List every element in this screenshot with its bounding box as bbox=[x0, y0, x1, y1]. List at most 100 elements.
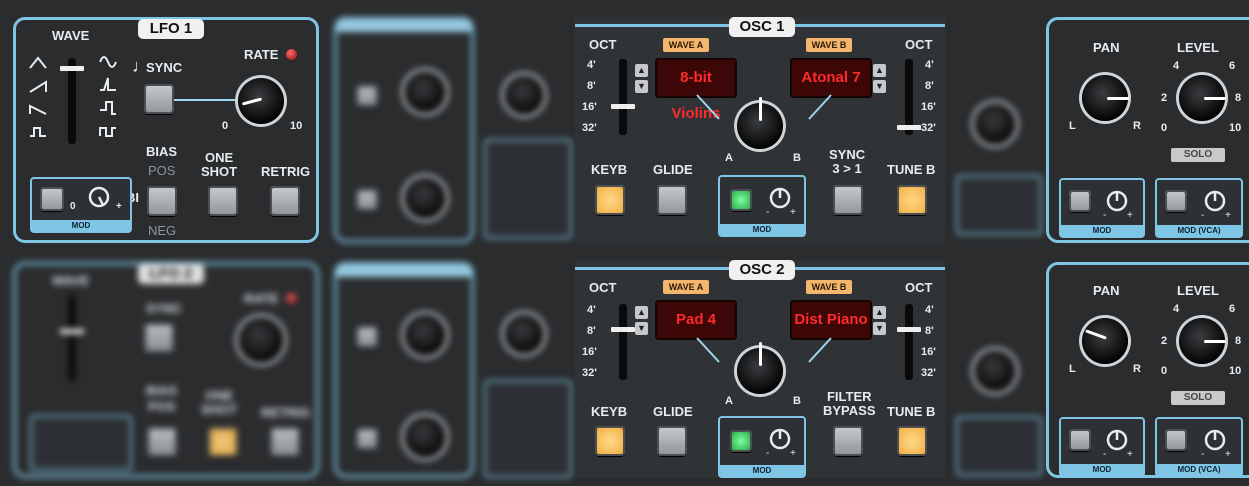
osc2-mod-led-button[interactable] bbox=[730, 430, 752, 452]
mix2-mod-vca-knob-icon[interactable]: - + bbox=[1199, 425, 1233, 459]
osc2-oct-slider-handle[interactable] bbox=[611, 327, 635, 332]
lfo1-sync-line bbox=[174, 99, 244, 101]
mix2-mod-button[interactable] bbox=[1069, 429, 1091, 451]
mix2-mod-vca-box: - + MOD (VCA) bbox=[1155, 417, 1243, 477]
osc2-wave-b-down-arrow[interactable]: ▼ bbox=[873, 322, 886, 335]
lfo2-wave-slider-track bbox=[68, 295, 76, 381]
lfo2-bias-button[interactable] bbox=[147, 427, 177, 457]
mix1-mod-button[interactable] bbox=[1069, 190, 1091, 212]
lfo1-rate-min: 0 bbox=[222, 120, 229, 132]
osc2-keyb-button[interactable] bbox=[595, 426, 625, 456]
osc1-mod-box: - + MOD bbox=[718, 175, 806, 237]
osc1-wave-a-up-arrow[interactable]: ▲ bbox=[635, 64, 648, 77]
osc1-sync-button[interactable] bbox=[833, 185, 863, 215]
lfo2-wave-slider-handle[interactable] bbox=[60, 329, 84, 334]
osc2-glide-button[interactable] bbox=[657, 426, 687, 456]
mix1-solo-button[interactable]: SOLO bbox=[1171, 148, 1225, 162]
mix2-level-tick-10: 10 bbox=[1229, 365, 1242, 377]
lfo1-wave-slider-handle[interactable] bbox=[60, 66, 84, 71]
mix1-mod-knob-icon[interactable]: - + bbox=[1101, 186, 1135, 220]
osc1-mod-knob-icon[interactable]: - + bbox=[764, 183, 798, 217]
lfo1-bias-button[interactable] bbox=[147, 186, 177, 216]
osc2-tune-b-button[interactable] bbox=[897, 426, 927, 456]
svg-text:-: - bbox=[1103, 210, 1106, 220]
osc1-mod-led-button[interactable] bbox=[730, 189, 752, 211]
mix2-pan-knob[interactable] bbox=[1082, 318, 1128, 364]
osc1-wave-b-up-arrow[interactable]: ▲ bbox=[873, 64, 886, 77]
env1-button-a[interactable] bbox=[356, 85, 378, 107]
lfo2-rate-knob[interactable] bbox=[238, 317, 284, 363]
mix1-mod-vca-knob-icon[interactable]: - + bbox=[1199, 186, 1233, 220]
osc1-glide-button[interactable] bbox=[657, 185, 687, 215]
mix2-solo-button[interactable]: SOLO bbox=[1171, 391, 1225, 405]
osc2-glide-label: GLIDE bbox=[653, 404, 693, 419]
mix1-mod-vca-button[interactable] bbox=[1165, 190, 1187, 212]
osc1-mod-label: MOD bbox=[720, 224, 804, 235]
env1-knob-b[interactable] bbox=[404, 177, 446, 219]
svg-text:-: - bbox=[766, 448, 769, 458]
mix2-mod-vca-button[interactable] bbox=[1165, 429, 1187, 451]
osc1-tune-b-button[interactable] bbox=[897, 185, 927, 215]
osc2-oct-tick-8: 8' bbox=[587, 325, 596, 337]
pw2-blurred-panel bbox=[950, 262, 1044, 478]
osc1-oct-tick-16: 16' bbox=[582, 101, 597, 113]
env2-knob-b[interactable] bbox=[404, 416, 446, 458]
osc2-wave-a-down-arrow[interactable]: ▼ bbox=[635, 322, 648, 335]
mix1-level-tick-4: 4 bbox=[1173, 60, 1180, 72]
svg-text:-: - bbox=[1103, 449, 1106, 459]
osc1-wave-a-display[interactable]: 8-bit Violins bbox=[655, 58, 737, 122]
osc1-keyb-button[interactable] bbox=[595, 185, 625, 215]
lfo1-one-shot-button[interactable] bbox=[208, 186, 238, 216]
env1-knob-a[interactable] bbox=[404, 71, 446, 113]
osc2-mix-b: B bbox=[793, 395, 801, 407]
osc2-wave-a-up-arrow[interactable]: ▲ bbox=[635, 306, 648, 319]
lfo1-wave-label: WAVE bbox=[52, 28, 90, 43]
lfo2-wave-label: WAVE bbox=[52, 273, 90, 288]
mix2-level-tick-4: 4 bbox=[1173, 303, 1180, 315]
osc2-mod-label: MOD bbox=[720, 465, 804, 476]
osc2-oct-tick-4: 4' bbox=[587, 304, 596, 316]
mix2-mod-knob-icon[interactable]: - + bbox=[1101, 425, 1135, 459]
lfo2-sync-label: SYNC bbox=[146, 301, 183, 316]
lfo2-one-shot-button[interactable] bbox=[208, 427, 238, 457]
osc1-tune-b-label: TUNE B bbox=[887, 162, 936, 177]
env2-knob-a[interactable] bbox=[404, 314, 446, 356]
osc2-oct2-slider-handle[interactable] bbox=[897, 327, 921, 332]
mix2-pan-l: L bbox=[1069, 363, 1076, 375]
pw2-knob[interactable] bbox=[974, 350, 1016, 392]
osc2-wave-b-tag: WAVE B bbox=[806, 280, 852, 294]
pw1-knob[interactable] bbox=[974, 103, 1016, 145]
osc1-oct-right-label: OCT bbox=[905, 37, 933, 52]
env1-button-b[interactable] bbox=[356, 189, 378, 211]
osc2-wave-b-up-arrow[interactable]: ▲ bbox=[873, 306, 886, 319]
osc1-oct-slider-handle[interactable] bbox=[611, 104, 635, 109]
lfo1-retrig-button[interactable] bbox=[270, 186, 300, 216]
lfo1-mod-label: MOD bbox=[32, 220, 130, 231]
env1-knob-c[interactable] bbox=[504, 75, 544, 115]
osc2-mix-a: A bbox=[725, 395, 733, 407]
lfo1-mod-knob-icon[interactable] bbox=[82, 183, 116, 215]
lfo2-panel: LFO 2 WAVE SYNC RATE BIAS POS ONE SHOT R… bbox=[13, 262, 319, 478]
env2-button-b[interactable] bbox=[356, 428, 378, 450]
env2-knob-c[interactable] bbox=[504, 314, 544, 354]
env2-button-a[interactable] bbox=[356, 326, 378, 348]
osc1-wave-a-down-arrow[interactable]: ▼ bbox=[635, 80, 648, 93]
svg-text:-: - bbox=[766, 207, 769, 217]
svg-text:+: + bbox=[790, 207, 796, 217]
osc2-wave-a-display[interactable]: Pad 4 bbox=[655, 300, 737, 340]
mix2-level-tick-8: 8 bbox=[1235, 335, 1242, 347]
lfo2-sync-button[interactable] bbox=[144, 323, 174, 353]
osc1-glide-label: GLIDE bbox=[653, 162, 693, 177]
osc2-mod-knob-icon[interactable]: - + bbox=[764, 424, 798, 458]
pw2-mod-box bbox=[956, 416, 1042, 476]
osc1-oct-slider-track bbox=[619, 59, 627, 135]
osc2-filter-bypass-button[interactable] bbox=[833, 426, 863, 456]
lfo2-retrig-button[interactable] bbox=[270, 427, 300, 457]
lfo1-mod-button[interactable] bbox=[40, 187, 64, 211]
lfo1-sync-button[interactable] bbox=[144, 84, 174, 114]
osc1-wave-b-display[interactable]: Atonal 7 bbox=[790, 58, 872, 98]
osc1-oct2-slider-handle[interactable] bbox=[897, 125, 921, 130]
osc2-wave-b-display[interactable]: Dist Piano bbox=[790, 300, 872, 340]
osc2-title: OSC 2 bbox=[729, 260, 795, 280]
osc1-wave-b-down-arrow[interactable]: ▼ bbox=[873, 80, 886, 93]
